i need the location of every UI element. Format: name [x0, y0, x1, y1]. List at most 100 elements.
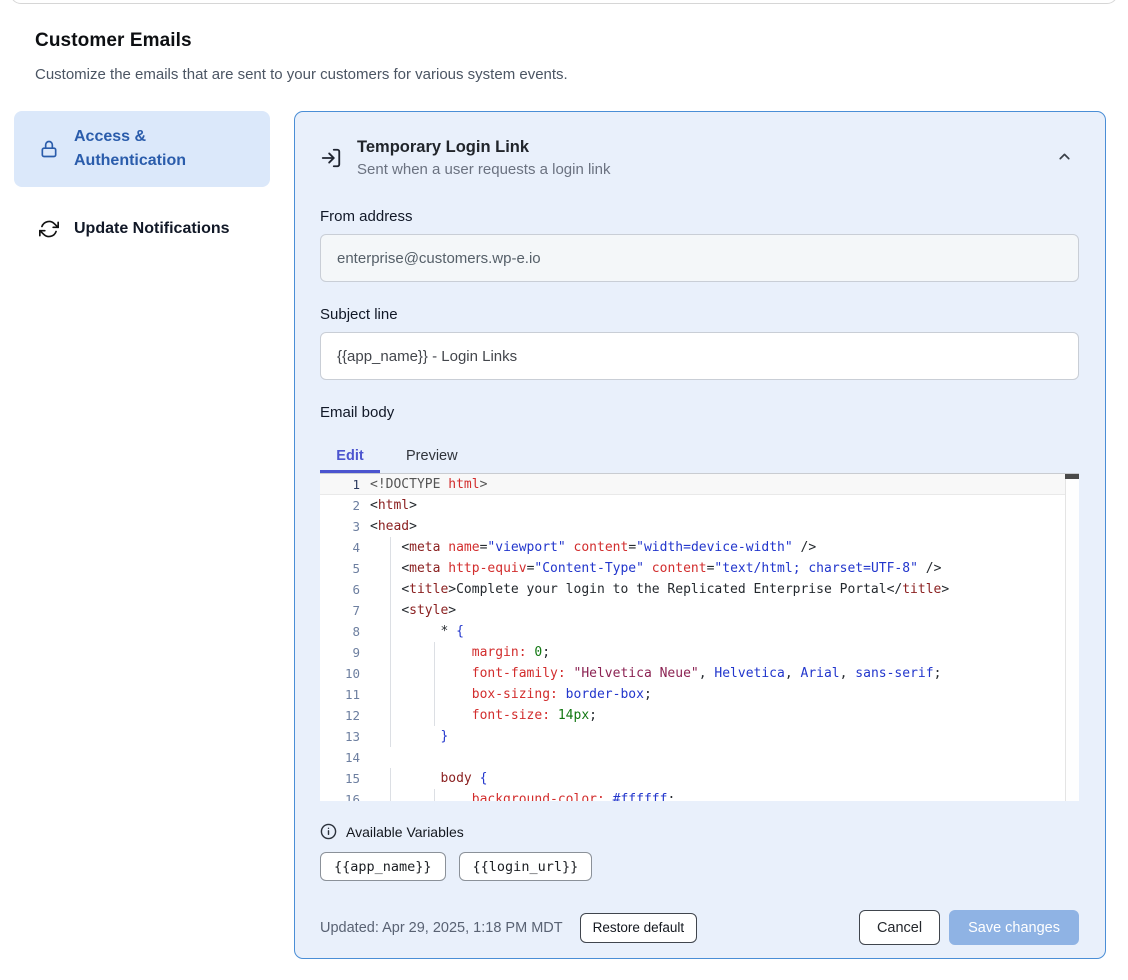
refresh-icon — [39, 219, 59, 239]
code-line: 7 <style> — [320, 600, 1079, 621]
code-text: * { — [360, 621, 464, 642]
indent-guide — [390, 537, 391, 558]
code-text: margin: 0; — [360, 642, 550, 663]
code-text: background-color: #ffffff; — [360, 789, 675, 801]
chevron-up-icon — [1056, 148, 1073, 165]
line-number: 4 — [320, 537, 360, 558]
variable-chip-app-name[interactable]: {{app_name}} — [320, 852, 446, 881]
code-line: 14 — [320, 747, 1079, 768]
page-subtitle: Customize the emails that are sent to yo… — [35, 66, 1093, 83]
code-line: 8 * { — [320, 621, 1079, 642]
indent-guide — [390, 621, 391, 642]
previous-card-edge — [10, 0, 1118, 4]
line-number: 5 — [320, 558, 360, 579]
indent-guide — [390, 600, 391, 621]
content-layout: Access & Authentication Update Notificat… — [0, 111, 1128, 959]
code-text: <meta name="viewport" content="width=dev… — [360, 537, 816, 558]
card-subtitle: Sent when a user requests a login link — [357, 161, 1037, 178]
temporary-login-link-card: Temporary Login Link Sent when a user re… — [294, 111, 1106, 959]
subject-line-input[interactable] — [320, 332, 1079, 380]
login-icon — [320, 147, 342, 169]
tab-preview[interactable]: Preview — [392, 442, 472, 473]
indent-guide — [390, 663, 391, 684]
editor-scrollbar-thumb[interactable] — [1065, 474, 1079, 479]
indent-guide — [434, 705, 435, 726]
email-body-tabs: Edit Preview — [320, 442, 1079, 473]
updated-timestamp: Updated: Apr 29, 2025, 1:18 PM MDT — [320, 920, 563, 936]
code-text: font-family: "Helvetica Neue", Helvetica… — [360, 663, 941, 684]
code-text — [360, 747, 370, 768]
info-icon — [320, 823, 337, 840]
cancel-button[interactable]: Cancel — [859, 910, 940, 945]
card-title: Temporary Login Link — [357, 138, 1037, 157]
line-number: 7 — [320, 600, 360, 621]
indent-guide — [390, 705, 391, 726]
line-number: 8 — [320, 621, 360, 642]
card-header: Temporary Login Link Sent when a user re… — [320, 138, 1079, 178]
code-line: 3<head> — [320, 516, 1079, 537]
code-text: } — [360, 726, 448, 747]
code-text: <!DOCTYPE html> — [360, 474, 487, 495]
code-line: 16 background-color: #ffffff; — [320, 789, 1079, 801]
code-line: 15 body { — [320, 768, 1079, 789]
page-header: Customer Emails Customize the emails tha… — [0, 0, 1128, 83]
line-number: 13 — [320, 726, 360, 747]
code-line: 4 <meta name="viewport" content="width=d… — [320, 537, 1079, 558]
code-text: <style> — [360, 600, 456, 621]
indent-guide — [390, 642, 391, 663]
code-line: 5 <meta http-equiv="Content-Type" conten… — [320, 558, 1079, 579]
code-line: 9 margin: 0; — [320, 642, 1079, 663]
available-variables-header: Available Variables — [320, 823, 1079, 840]
indent-guide — [434, 684, 435, 705]
email-body-label: Email body — [320, 404, 1079, 421]
subject-line-label: Subject line — [320, 306, 1079, 323]
code-line: 2<html> — [320, 495, 1079, 516]
code-line: 13 } — [320, 726, 1079, 747]
indent-guide — [390, 684, 391, 705]
restore-default-button[interactable]: Restore default — [580, 913, 698, 943]
sidebar-item-label: Update Notifications — [74, 217, 230, 241]
code-text: <meta http-equiv="Content-Type" content=… — [360, 558, 941, 579]
sidebar-item-label: Access & Authentication — [74, 125, 252, 173]
indent-guide — [434, 642, 435, 663]
line-number: 9 — [320, 642, 360, 663]
line-number: 14 — [320, 747, 360, 768]
from-address-input[interactable] — [320, 234, 1079, 282]
indent-guide — [390, 789, 391, 801]
line-number: 3 — [320, 516, 360, 537]
indent-guide — [434, 789, 435, 801]
indent-guide — [390, 579, 391, 600]
available-variables-label: Available Variables — [346, 824, 464, 840]
line-number: 16 — [320, 789, 360, 801]
card-titles: Temporary Login Link Sent when a user re… — [357, 138, 1037, 178]
sidebar-item-access-authentication[interactable]: Access & Authentication — [14, 111, 270, 187]
card-footer: Updated: Apr 29, 2025, 1:18 PM MDT Resto… — [320, 910, 1079, 945]
code-line: 1<!DOCTYPE html> — [320, 474, 1079, 495]
line-number: 12 — [320, 705, 360, 726]
collapse-button[interactable] — [1052, 144, 1077, 172]
variable-chip-login-url[interactable]: {{login_url}} — [459, 852, 593, 881]
code-text: <title>Complete your login to the Replic… — [360, 579, 949, 600]
code-editor[interactable]: 1<!DOCTYPE html>2<html>3<head>4 <meta na… — [320, 473, 1079, 801]
line-number: 15 — [320, 768, 360, 789]
variable-chips: {{app_name}} {{login_url}} — [320, 852, 1079, 881]
indent-guide — [434, 663, 435, 684]
code-line: 11 box-sizing: border-box; — [320, 684, 1079, 705]
editor-scrollbar-track[interactable] — [1065, 474, 1079, 801]
tab-edit[interactable]: Edit — [320, 442, 380, 473]
code-text: box-sizing: border-box; — [360, 684, 652, 705]
line-number: 6 — [320, 579, 360, 600]
sidebar-item-update-notifications[interactable]: Update Notifications — [14, 203, 270, 255]
indent-guide — [390, 768, 391, 789]
line-number: 10 — [320, 663, 360, 684]
save-changes-button[interactable]: Save changes — [949, 910, 1079, 945]
code-text: <html> — [360, 495, 417, 516]
indent-guide — [390, 558, 391, 579]
line-number: 1 — [320, 474, 360, 495]
line-number: 2 — [320, 495, 360, 516]
code-text: <head> — [360, 516, 417, 537]
page-title: Customer Emails — [35, 30, 1093, 52]
from-address-label: From address — [320, 208, 1079, 225]
code-text: font-size: 14px; — [360, 705, 597, 726]
sidebar: Access & Authentication Update Notificat… — [14, 111, 270, 255]
